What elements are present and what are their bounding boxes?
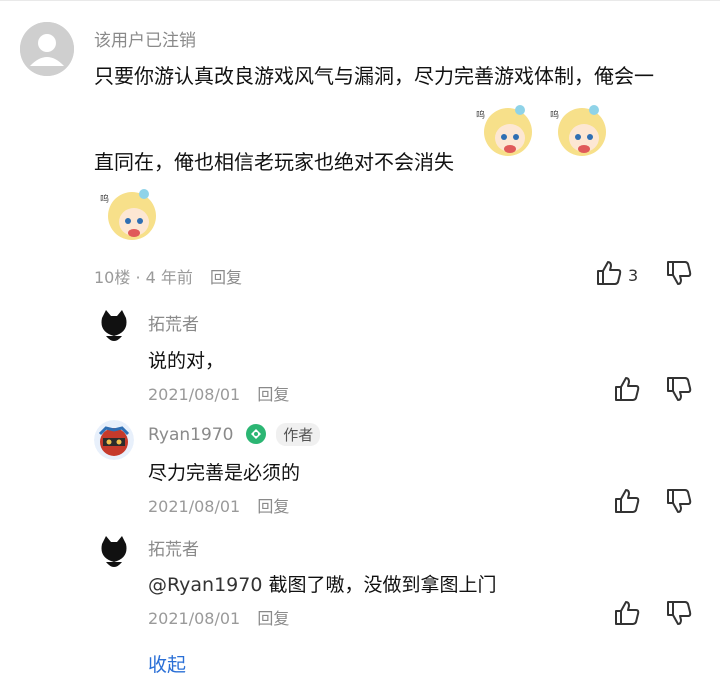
reply-username[interactable]: 拓荒者 xyxy=(148,535,199,560)
user-avatar[interactable] xyxy=(20,22,74,76)
reply-meta: 2021/08/01 回复 xyxy=(148,381,289,405)
like-count: 3 xyxy=(628,266,639,285)
black-cat-avatar-icon xyxy=(94,532,134,572)
comment-text-line-2: 直同在，俺也相信老玩家也绝对不会消失 xyxy=(94,150,454,174)
reply-username[interactable]: Ryan1970 xyxy=(148,425,233,445)
reply-text: 尽力完善是必须的 xyxy=(148,462,301,484)
sticker-anime-girl-2: 呜 xyxy=(550,105,606,156)
author-tag: 作者 xyxy=(276,423,321,446)
reply-date: 2021/08/01 xyxy=(148,497,241,516)
top-divider xyxy=(0,0,720,1)
thumbs-up-icon[interactable] xyxy=(612,598,642,628)
reply-date: 2021/08/01 xyxy=(148,385,241,404)
green-badge-icon xyxy=(245,424,266,444)
black-cat-avatar-icon xyxy=(94,306,134,346)
reply-button[interactable]: 回复 xyxy=(257,497,289,516)
comment-text-line-1: 只要你游认真改良游戏风气与漏洞，尽力完善游戏体制，俺会一 xyxy=(94,64,654,88)
comment-time: 4 年前 xyxy=(145,268,193,287)
thumbs-down-icon[interactable] xyxy=(664,598,694,628)
mention-link[interactable]: @Ryan1970 xyxy=(148,574,262,596)
sticker-anime-girl-1: 呜 xyxy=(476,105,532,156)
thumbs-down-icon[interactable] xyxy=(664,486,694,516)
reply-avatar[interactable] xyxy=(94,532,134,572)
reply-author-line: Ryan1970 作者 xyxy=(148,423,321,446)
thumbs-down-icon[interactable] xyxy=(664,258,694,288)
reply-meta: 2021/08/01 回复 xyxy=(148,605,289,629)
reply-text: 截图了嗷，没做到拿图上门 xyxy=(262,574,497,596)
reply-text: 说的对， xyxy=(148,350,225,372)
reply-button[interactable]: 回复 xyxy=(210,268,242,287)
svg-text:呜: 呜 xyxy=(100,193,109,205)
sticker-anime-girl-3: 呜 xyxy=(100,189,156,240)
helmet-avatar-icon xyxy=(94,420,134,460)
reply-avatar[interactable] xyxy=(94,420,134,460)
reply-avatar[interactable] xyxy=(94,306,134,346)
default-user-avatar-icon xyxy=(20,22,74,76)
thumbs-up-icon[interactable] xyxy=(594,258,624,288)
svg-text:呜: 呜 xyxy=(550,109,559,121)
reply-date: 2021/08/01 xyxy=(148,609,241,628)
reply-meta: 2021/08/01 回复 xyxy=(148,493,289,517)
meta-separator: · xyxy=(135,268,146,287)
collapse-replies-link[interactable]: 收起 xyxy=(148,650,186,677)
reply-button[interactable]: 回复 xyxy=(257,609,289,628)
thumbs-up-icon[interactable] xyxy=(612,486,642,516)
svg-text:呜: 呜 xyxy=(476,109,485,121)
comment-meta: 10楼 · 4 年前 回复 xyxy=(94,264,242,288)
thumbs-up-icon[interactable] xyxy=(612,374,642,404)
reply-text-line: @Ryan1970 截图了嗷，没做到拿图上门 xyxy=(148,570,497,597)
reply-username[interactable]: 拓荒者 xyxy=(148,310,199,335)
thumbs-down-icon[interactable] xyxy=(664,374,694,404)
reply-button[interactable]: 回复 xyxy=(257,385,289,404)
floor-number: 10楼 xyxy=(94,268,131,287)
comment-username[interactable]: 该用户已注销 xyxy=(94,26,196,51)
